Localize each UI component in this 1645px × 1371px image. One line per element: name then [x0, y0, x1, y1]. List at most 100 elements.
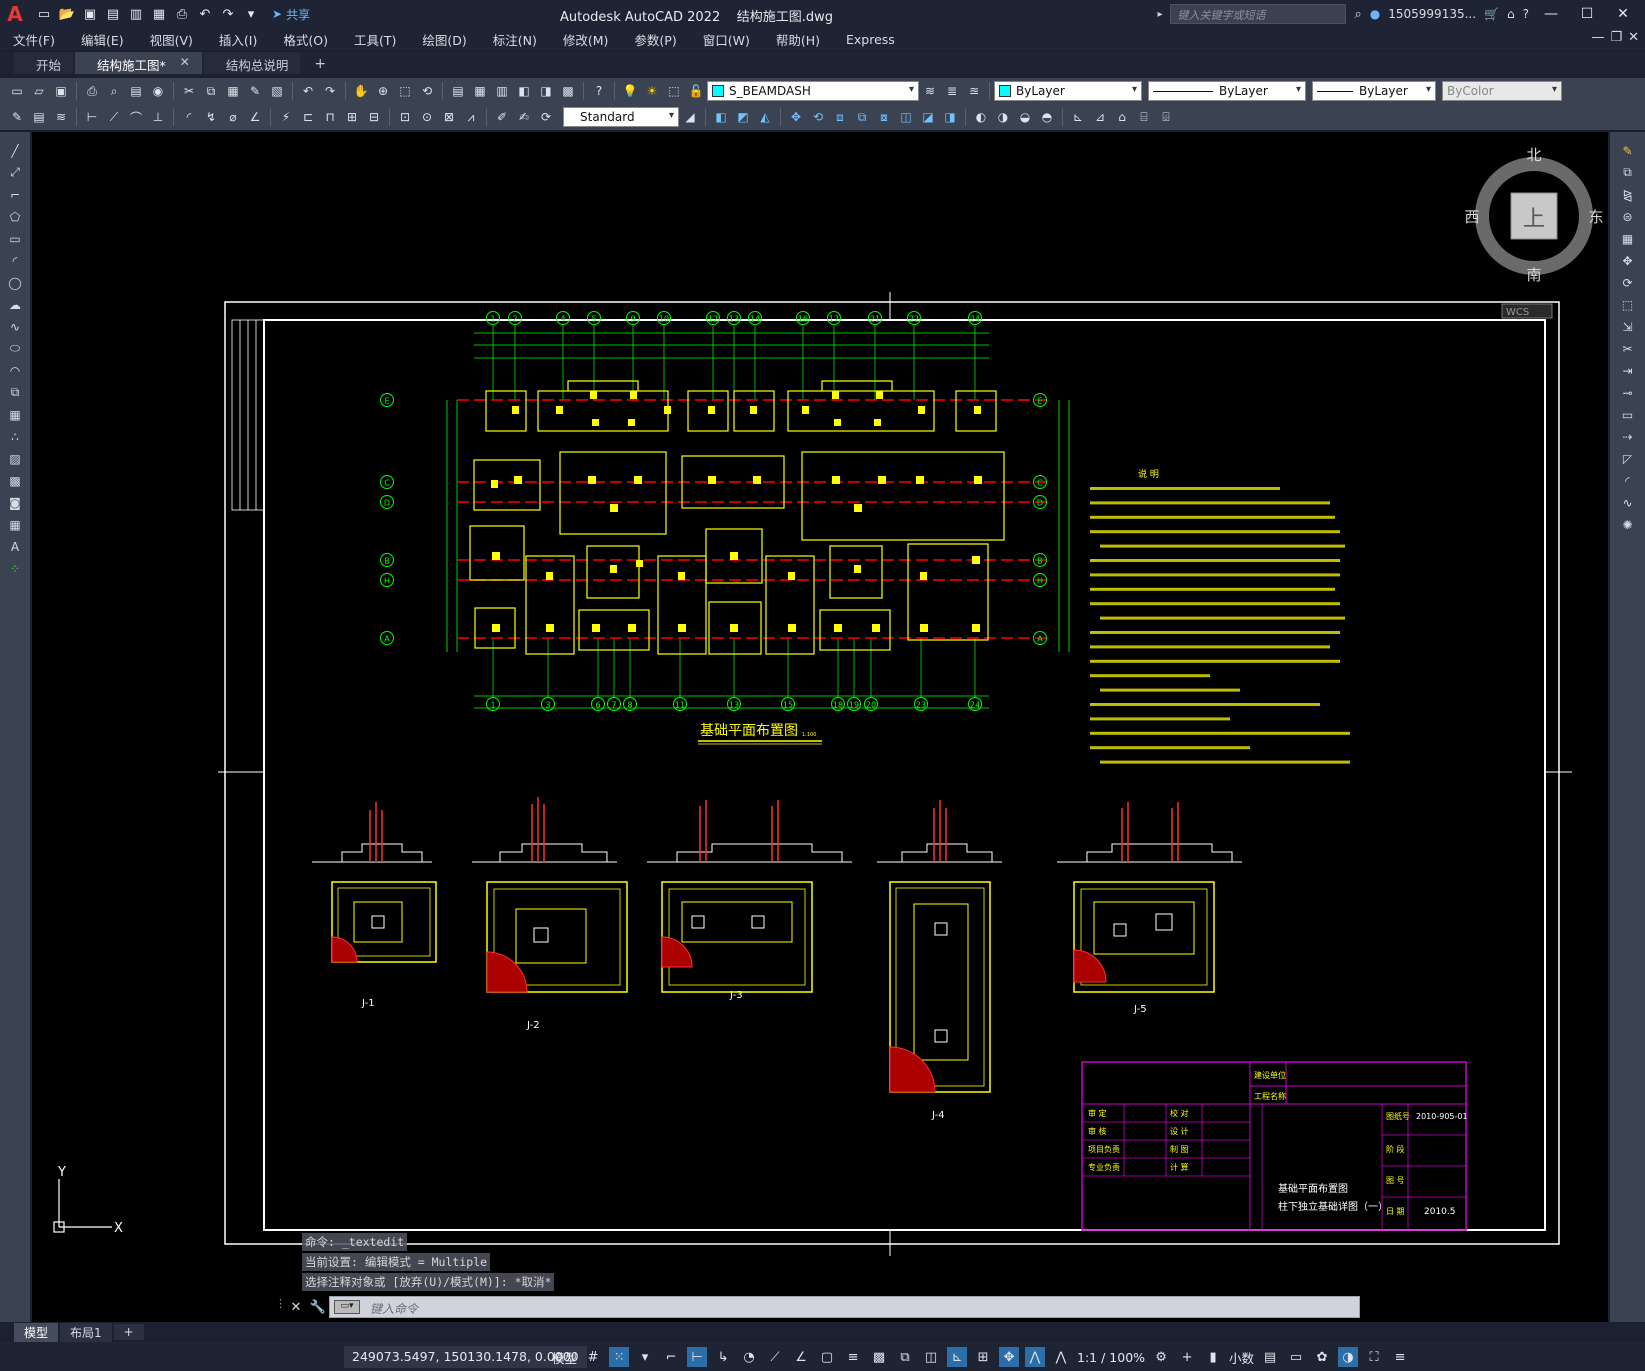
snap-dropdown-icon[interactable]: ▾ [635, 1347, 655, 1367]
workspace-gear-icon[interactable]: ⚙ [1151, 1347, 1171, 1367]
fillet-icon[interactable]: ◜ [1619, 472, 1637, 489]
quick-properties-icon[interactable]: ▤ [1260, 1347, 1280, 1367]
new-file-icon[interactable]: ▭ [34, 4, 54, 24]
spline-icon[interactable]: ∿ [6, 318, 24, 335]
3d-align-icon[interactable]: ⧈ [831, 108, 849, 126]
ucs-face-icon[interactable]: ⌸ [1135, 108, 1153, 126]
units-icon[interactable]: ▮ [1203, 1347, 1223, 1367]
dim-style-icon[interactable]: ◢ [681, 108, 699, 126]
aligned-dim-icon[interactable]: ⟋ [105, 108, 123, 126]
close-command-line-icon[interactable]: ✕ [285, 1300, 307, 1315]
arc-length-icon[interactable]: ⌒ [127, 108, 145, 126]
trim-icon[interactable]: ✂ [1619, 340, 1637, 357]
grid-icon[interactable]: # [583, 1347, 603, 1367]
linetype-dropdown[interactable]: ByLayer [1148, 81, 1306, 101]
layer-tools-icon[interactable]: ▤ [30, 108, 48, 126]
minimize-button[interactable]: — [1537, 3, 1565, 25]
break-icon[interactable]: ▭ [1619, 406, 1637, 423]
menu-window[interactable]: 窗口(W) [690, 30, 763, 49]
offset-icon[interactable]: ⊜ [1619, 208, 1637, 225]
3d-cone-icon[interactable]: ◭ [756, 108, 774, 126]
plot-icon[interactable]: ⎙ [172, 4, 192, 24]
gradient-icon[interactable]: ▩ [6, 472, 24, 489]
dim-text-edit-icon[interactable]: ✍ [515, 108, 533, 126]
chamfer-icon[interactable]: ◸ [1619, 450, 1637, 467]
selection-cycling-icon[interactable]: ⧉ [895, 1347, 915, 1367]
cart-icon[interactable]: 🛒 [1484, 7, 1499, 21]
ucs-previous-icon[interactable]: ⌂ [1113, 108, 1131, 126]
zoom-realtime-icon[interactable]: ⊕ [374, 82, 392, 100]
dim-style-dropdown[interactable]: Standard [563, 107, 679, 127]
explode-icon[interactable]: ✺ [1619, 516, 1637, 533]
help-icon[interactable]: ? [1523, 7, 1529, 21]
user-name[interactable]: 1505999135... [1388, 7, 1476, 21]
menu-file[interactable]: 文件(F) [0, 30, 68, 49]
search-input[interactable]: 键入关键字或短语 [1170, 4, 1347, 24]
stretch-icon[interactable]: ⇲ [1619, 318, 1637, 335]
annotation-visibility-icon[interactable]: ⋀ [1025, 1347, 1046, 1367]
pan-icon[interactable]: ✋ [352, 82, 370, 100]
3d-wedge-icon[interactable]: ◩ [734, 108, 752, 126]
drag-handle-icon[interactable]: ⋮ [275, 1297, 286, 1317]
menu-parametric[interactable]: 参数(P) [621, 30, 689, 49]
menu-help[interactable]: 帮助(H) [763, 30, 833, 49]
blend-curves-icon[interactable]: ∿ [1619, 494, 1637, 511]
circle-icon[interactable]: ◯ [6, 274, 24, 291]
radius-dim-icon[interactable]: ◜ [180, 108, 198, 126]
layer-dropdown[interactable]: S_BEAMDASH [707, 81, 919, 101]
baseline-dim-icon[interactable]: ⊏ [299, 108, 317, 126]
dynamic-input-icon[interactable]: ⊢ [687, 1347, 708, 1367]
continue-dim-icon[interactable]: ⊓ [321, 108, 339, 126]
doc-close-button[interactable]: ✕ [1628, 30, 1639, 45]
construction-line-icon[interactable]: ⤢ [6, 164, 24, 181]
snap-mode-icon[interactable]: ⁙ [609, 1347, 630, 1367]
menu-tools[interactable]: 工具(T) [341, 30, 409, 49]
center-mark-icon[interactable]: ⊙ [418, 108, 436, 126]
3d-rotate-icon[interactable]: ⟲ [809, 108, 827, 126]
erase-icon[interactable]: ✎ [1619, 142, 1637, 159]
redo-icon[interactable]: ↷ [321, 82, 339, 100]
ucs-icon[interactable]: ⊾ [1069, 108, 1087, 126]
lineweight-icon[interactable]: ≡ [843, 1347, 863, 1367]
extend-icon[interactable]: ⇥ [1619, 362, 1637, 379]
quick-dim-icon[interactable]: ⚡ [277, 108, 295, 126]
save-as-icon[interactable]: ▤ [103, 4, 123, 24]
graphics-performance-icon[interactable]: ◑ [1338, 1347, 1359, 1367]
3d-array-icon[interactable]: ⧇ [875, 108, 893, 126]
dim-edit-icon[interactable]: ✐ [493, 108, 511, 126]
save-icon[interactable]: ▣ [52, 82, 70, 100]
menu-draw[interactable]: 绘图(D) [409, 30, 479, 49]
add-selected-icon[interactable]: ⁘ [6, 560, 24, 577]
tab-layout1[interactable]: 布局1 [60, 1322, 112, 1342]
zoom-window-icon[interactable]: ⬚ [396, 82, 414, 100]
menu-dimension[interactable]: 标注(N) [480, 30, 550, 49]
clean-screen-icon[interactable]: ⛶ [1364, 1347, 1384, 1367]
tab-structural-drawing[interactable]: 结构施工图* ✕ [75, 52, 202, 74]
zoom-previous-icon[interactable]: ⟲ [418, 82, 436, 100]
ellipse-arc-icon[interactable]: ◠ [6, 362, 24, 379]
plot-icon[interactable]: ⎙ [83, 82, 101, 100]
break-at-point-icon[interactable]: ⊸ [1619, 384, 1637, 401]
polyline-icon[interactable]: ⌐ [6, 186, 24, 203]
space-dim-icon[interactable]: ⊞ [343, 108, 361, 126]
sheet-set-icon[interactable]: ◧ [515, 82, 533, 100]
compass-south[interactable]: 南 [1526, 266, 1541, 284]
ucs-world-icon[interactable]: ⊿ [1091, 108, 1109, 126]
materials-icon[interactable]: ◒ [1016, 108, 1034, 126]
edit-icon[interactable]: ✎ [8, 108, 26, 126]
close-icon[interactable]: ✕ [180, 55, 190, 69]
jogged-dim-icon[interactable]: ↯ [202, 108, 220, 126]
layer-states-icon[interactable]: ≋ [52, 108, 70, 126]
open-icon[interactable]: ▱ [30, 82, 48, 100]
share-button[interactable]: ➤ 共享 [272, 6, 310, 23]
undo-icon[interactable]: ↶ [299, 82, 317, 100]
ordinate-dim-icon[interactable]: ⊥ [149, 108, 167, 126]
dynamic-ucs-icon[interactable]: ⊾ [947, 1347, 968, 1367]
transparency-icon[interactable]: ▩ [869, 1347, 889, 1367]
publish-icon[interactable]: ▤ [127, 82, 145, 100]
diameter-dim-icon[interactable]: ⌀ [224, 108, 242, 126]
make-current-icon[interactable]: ≣ [943, 82, 961, 100]
open-file-icon[interactable]: 📂 [57, 4, 77, 24]
menu-modify[interactable]: 修改(M) [550, 30, 622, 49]
3d-print-icon[interactable]: ◉ [149, 82, 167, 100]
